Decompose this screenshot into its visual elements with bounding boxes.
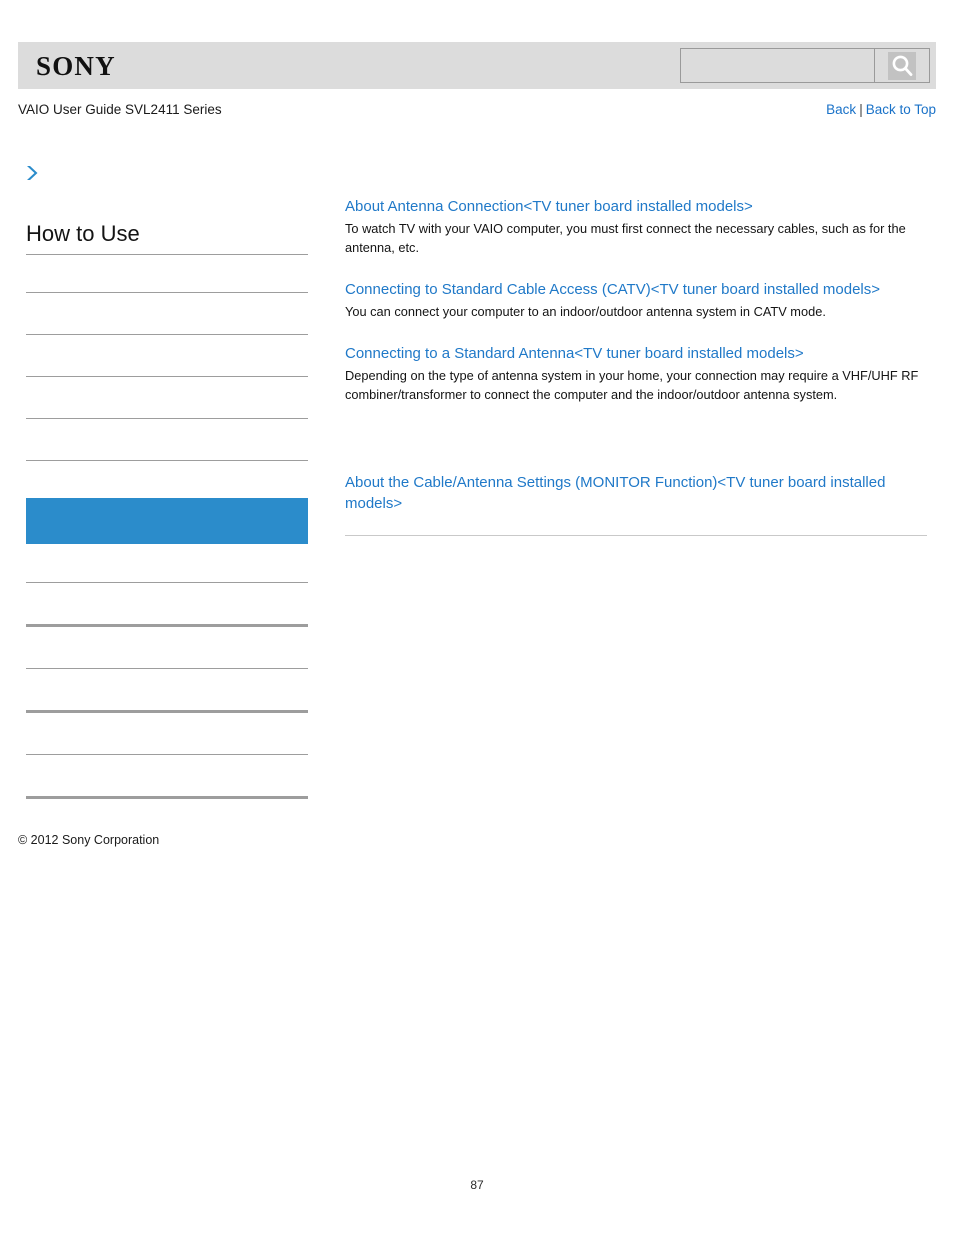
search-box[interactable]	[680, 48, 930, 83]
topic-link[interactable]: Connecting to Standard Cable Access (CAT…	[345, 279, 927, 300]
topic-description: You can connect your computer to an indo…	[345, 304, 826, 319]
sidebar-item-label	[36, 504, 306, 538]
back-link[interactable]: Back	[826, 102, 856, 117]
sidebar-item-label	[26, 341, 306, 370]
nav-separator: |	[859, 102, 863, 117]
search-input[interactable]	[681, 49, 874, 82]
sidebar-item-10[interactable]	[26, 754, 308, 796]
sub-header: VAIO User Guide SVL2411 Series Back | Back…	[18, 101, 936, 121]
topic-description: To watch TV with your VAIO computer, you…	[345, 221, 906, 255]
sidebar: How to Use	[0, 152, 330, 852]
sidebar-item-label	[26, 425, 306, 454]
page-title: How to Use	[26, 220, 308, 255]
page-number: 87	[470, 1178, 484, 1192]
main-content: About Antenna Connection<TV tuner board …	[345, 196, 927, 536]
topic-description: Depending on the type of antenna system …	[345, 368, 919, 402]
search-icon	[888, 51, 916, 80]
topic-link[interactable]: About the Cable/Antenna Settings (MONITO…	[345, 472, 927, 514]
sony-logo: SONY	[36, 51, 116, 81]
topic-entry: Connecting to a Standard Antenna<TV tune…	[345, 343, 927, 404]
topic-entry: Connecting to Standard Cable Access (CAT…	[345, 279, 927, 321]
topic-entry: About the Cable/Antenna Settings (MONITO…	[345, 472, 927, 514]
topic-link[interactable]: Connecting to a Standard Antenna<TV tune…	[345, 343, 927, 364]
sidebar-item-label	[26, 589, 306, 618]
sidebar-item-label	[26, 633, 306, 662]
sidebar-item-1[interactable]	[26, 292, 308, 334]
topic-link[interactable]: About Antenna Connection<TV tuner board …	[345, 196, 927, 217]
sidebar-item-7[interactable]	[26, 624, 308, 668]
sidebar-item-current[interactable]	[26, 498, 308, 544]
sidebar-item-label	[26, 675, 306, 704]
sidebar-item-9[interactable]	[26, 710, 308, 754]
sidebar-item-8[interactable]	[26, 668, 308, 710]
search-button[interactable]	[874, 49, 929, 82]
sidebar-item-6[interactable]	[26, 582, 308, 624]
guide-title: VAIO User Guide SVL2411 Series	[18, 102, 222, 117]
sidebar-item-3[interactable]	[26, 376, 308, 418]
sidebar-item-2[interactable]	[26, 334, 308, 376]
sidebar-item-label	[26, 761, 306, 790]
sidebar-item-4[interactable]	[26, 418, 308, 460]
back-to-top-link[interactable]: Back to Top	[866, 102, 936, 117]
sidebar-item-label	[26, 299, 306, 328]
copyright-notice: © 2012 Sony Corporation	[18, 833, 160, 847]
sidebar-item-5-spacer	[26, 460, 308, 498]
topic-entry: About Antenna Connection<TV tuner board …	[345, 196, 927, 257]
header-nav: Back | Back to Top	[826, 101, 936, 119]
sidebar-nav-list	[26, 292, 308, 799]
content-divider	[345, 535, 927, 536]
sidebar-item-label	[26, 383, 306, 412]
sidebar-item-label	[26, 719, 306, 748]
header-brand-band: SONY	[18, 42, 936, 89]
sidebar-item-11[interactable]	[26, 796, 308, 799]
chevron-right-icon	[24, 163, 42, 183]
